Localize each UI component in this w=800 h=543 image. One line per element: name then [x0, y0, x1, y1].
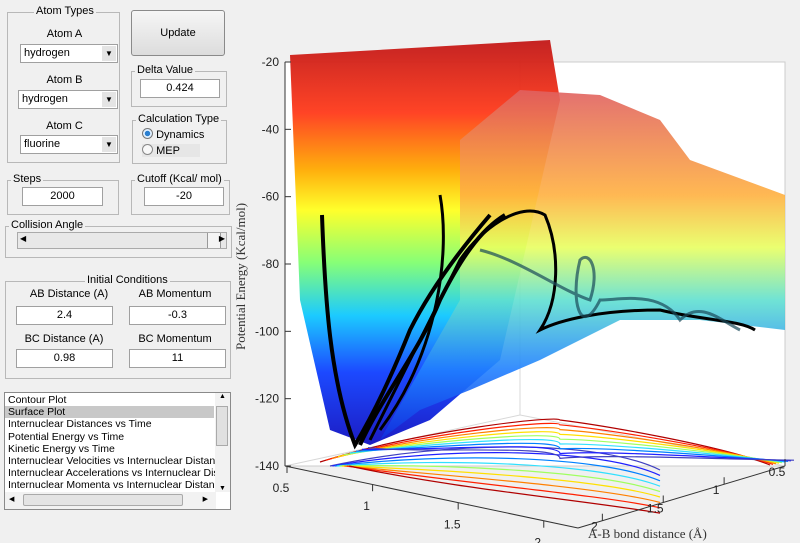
radio-dynamics[interactable]: Dynamics	[142, 128, 204, 141]
radio-selected-icon[interactable]	[142, 128, 153, 139]
ab-distance-input[interactable]: 2.4	[16, 306, 113, 325]
list-item[interactable]: Internuclear Velocities vs Internuclear …	[5, 455, 226, 467]
z-tick-label: -140	[255, 459, 279, 473]
atom-b-value: hydrogen	[22, 93, 68, 105]
update-button[interactable]: Update	[131, 10, 225, 56]
z-tick-label: -80	[262, 257, 280, 271]
steps-group: Steps 2000	[7, 173, 119, 215]
radio-mep[interactable]: MEP	[142, 144, 200, 157]
list-horizontal-scrollbar[interactable]: ◀ ▶	[5, 492, 216, 509]
atom-b-select[interactable]: hydrogen ▼	[18, 90, 118, 109]
y-tick-label: 1.5	[647, 501, 664, 515]
scroll-down-icon[interactable]: ▼	[219, 485, 226, 492]
list-item[interactable]: Surface Plot	[5, 406, 214, 419]
z-tick-label: -20	[262, 55, 280, 69]
contour-line	[344, 465, 661, 503]
atom-c-label: Atom C	[46, 120, 83, 132]
list-item[interactable]: Internuclear Momenta vs Internuclear Dis…	[5, 479, 226, 491]
cutoff-input[interactable]: -20	[144, 187, 224, 206]
y-axis-label: A-B bond distance (Å)	[588, 526, 707, 541]
z-axis-label: Potential Energy (Kcal/mol)	[233, 203, 248, 350]
plot-type-list[interactable]: Contour Plot Surface Plot Internuclear Dis…	[4, 392, 231, 510]
steps-input[interactable]: 2000	[22, 187, 103, 206]
scroll-up-icon[interactable]: ▲	[219, 393, 226, 400]
atom-a-label: Atom A	[46, 28, 83, 40]
z-tick-label: -40	[262, 122, 280, 136]
scroll-left-icon[interactable]: ◀	[9, 495, 14, 503]
bc-distance-input[interactable]: 0.98	[16, 349, 113, 368]
collision-angle-slider[interactable]: ◀ ▶	[17, 232, 227, 249]
radio-unselected-icon[interactable]	[142, 144, 153, 155]
list-item[interactable]: Internuclear Distances vs Time	[5, 418, 214, 430]
atom-types-group: Atom Types Atom A hydrogen ▼ Atom B hydro…	[7, 5, 120, 163]
scroll-right-icon[interactable]: ▶	[203, 495, 208, 503]
list-vertical-scrollbar[interactable]: ▲ ▼	[215, 393, 230, 492]
chevron-down-icon[interactable]: ▼	[102, 46, 116, 61]
y-tick-label: 0.5	[769, 465, 786, 479]
collision-angle-group: Collision Angle ◀ ▶	[5, 219, 232, 258]
z-tick-label: -100	[255, 324, 279, 338]
surface-plot[interactable]: -20 -40 -60 -80 -100 -120 -140 0.5 1 1.5 2 0.5 1 1.…	[230, 0, 800, 543]
scroll-thumb[interactable]	[23, 494, 183, 506]
y-axis: 0.511.52	[577, 459, 786, 534]
list-item[interactable]: Contour Plot	[5, 394, 214, 406]
delta-group: Delta Value 0.424	[131, 64, 227, 107]
atom-c-select[interactable]: fluorine ▼	[20, 135, 118, 154]
ab-distance-label: AB Distance (A)	[29, 288, 109, 300]
list-item[interactable]: Potential Energy vs Time	[5, 431, 214, 443]
z-tick-label: -120	[255, 392, 279, 406]
scroll-right-icon[interactable]: ▶	[219, 234, 225, 243]
radio-mep-label: MEP	[156, 145, 180, 157]
z-tick-label: -60	[262, 190, 280, 204]
y-tick-label: 1	[713, 483, 720, 497]
scroll-thumb[interactable]	[216, 406, 228, 446]
atom-b-label: Atom B	[46, 74, 83, 86]
cutoff-title: Cutoff (Kcal/ mol)	[135, 173, 224, 185]
x-tick-label: 1	[363, 499, 370, 513]
collision-angle-title: Collision Angle	[9, 219, 86, 231]
steps-title: Steps	[11, 173, 44, 185]
list-item[interactable]: Internuclear Accelerations vs Internucle…	[5, 467, 227, 479]
atom-a-value: hydrogen	[24, 47, 70, 59]
initial-conditions-group: Initial Conditions AB Distance (A) AB Mo…	[5, 274, 231, 379]
bc-momentum-label: BC Momentum	[138, 333, 212, 345]
ab-momentum-label: AB Momentum	[138, 288, 212, 300]
delta-input[interactable]: 0.424	[140, 79, 220, 98]
atom-types-title: Atom Types	[34, 5, 96, 17]
x-tick-label: 2	[534, 536, 541, 543]
bc-distance-label: BC Distance (A)	[24, 333, 104, 345]
list-item[interactable]: Kinetic Energy vs Time	[5, 443, 214, 455]
calc-type-title: Calculation Type	[136, 113, 222, 125]
scroll-left-icon[interactable]: ◀	[20, 234, 26, 243]
chevron-down-icon[interactable]: ▼	[102, 137, 116, 152]
bc-momentum-input[interactable]: 11	[129, 349, 226, 368]
chevron-down-icon[interactable]: ▼	[102, 92, 116, 107]
atom-a-select[interactable]: hydrogen ▼	[20, 44, 118, 63]
delta-title: Delta Value	[135, 64, 196, 76]
initial-conditions-title: Initial Conditions	[85, 274, 170, 286]
cutoff-group: Cutoff (Kcal/ mol) -20	[131, 173, 230, 215]
calc-type-group: Calculation Type Dynamics MEP	[132, 113, 227, 164]
atom-c-value: fluorine	[24, 138, 61, 150]
x-tick-label: 1.5	[444, 517, 461, 531]
x-tick-label: 0.5	[273, 481, 290, 495]
ab-momentum-input[interactable]: -0.3	[129, 306, 226, 325]
radio-dynamics-label: Dynamics	[156, 129, 205, 141]
